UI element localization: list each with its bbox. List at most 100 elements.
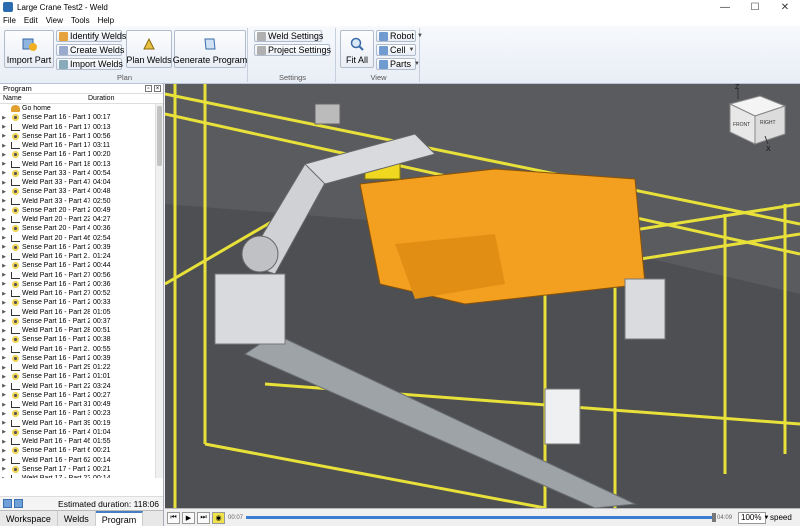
list-item[interactable]: ▶ Weld Part 16 - Part 39... 00:19 [0, 419, 156, 428]
list-item[interactable]: ▶ Sense Part 16 - Part 4... 01:04 [0, 428, 156, 437]
list-item[interactable]: ▶ Sense Part 20 - Part 4... 00:36 [0, 224, 156, 233]
expand-arrow-icon[interactable]: ▶ [0, 420, 8, 426]
expand-arrow-icon[interactable]: ▶ [0, 355, 8, 361]
expand-arrow-icon[interactable]: ▶ [0, 439, 8, 445]
identify-welds-button[interactable]: Identify Welds [56, 30, 126, 42]
expand-arrow-icon[interactable]: ▶ [0, 318, 8, 324]
list-item[interactable]: ▶ Weld Part 20 - Part 22... 04:27 [0, 215, 156, 224]
expand-arrow-icon[interactable]: ▶ [0, 170, 8, 176]
expand-arrow-icon[interactable]: ▶ [0, 189, 8, 195]
expand-arrow-icon[interactable]: ▶ [0, 411, 8, 417]
list-item[interactable]: ▶ Weld Part 16 - Part 46... 01:55 [0, 437, 156, 446]
expand-arrow-icon[interactable]: ▶ [0, 143, 8, 149]
list-item[interactable]: ▶ Weld Part 16 - Part 27... 00:56 [0, 271, 156, 280]
expand-arrow-icon[interactable]: ▶ [0, 207, 8, 213]
view-cube[interactable]: FRONT RIGHT Z X [728, 84, 787, 153]
list-item[interactable]: ▶ Sense Part 16 - Part 3... 00:23 [0, 409, 156, 418]
col-name-header[interactable]: Name [0, 95, 88, 102]
expand-arrow-icon[interactable]: ▶ [0, 429, 8, 435]
list-item[interactable]: ▶ Weld Part 16 - Part 28... 01:05 [0, 308, 156, 317]
expand-arrow-icon[interactable]: ▶ [0, 402, 8, 408]
import-part-button[interactable]: Import Part [4, 30, 54, 68]
list-item[interactable]: ▶ Sense Part 33 - Part 4... 00:54 [0, 169, 156, 178]
tab-program[interactable]: Program [95, 511, 144, 526]
play-icon[interactable]: ▶ [182, 511, 195, 524]
list-item[interactable]: ▶ Sense Part 17 - Part 2... 00:21 [0, 465, 156, 474]
list-item[interactable]: ▶ Sense Part 16 - Part 2... 00:39 [0, 354, 156, 363]
expand-arrow-icon[interactable]: ▶ [0, 281, 8, 287]
parts-dropdown[interactable]: Parts ▼ [376, 58, 420, 70]
list-item[interactable]: ▶ Sense Part 20 - Part 2... 00:49 [0, 206, 156, 215]
minimize-button[interactable]: — [710, 0, 740, 14]
export-icon[interactable] [14, 499, 23, 508]
expand-arrow-icon[interactable]: ▶ [0, 244, 8, 250]
menu-file[interactable]: File [3, 16, 16, 25]
list-item[interactable]: ▶ Weld Part 16 - Part 17... 03:11 [0, 141, 156, 150]
expand-arrow-icon[interactable]: ▶ [0, 226, 8, 232]
menu-help[interactable]: Help [98, 16, 114, 25]
expand-arrow-icon[interactable]: ▶ [0, 115, 8, 121]
import-welds-button[interactable]: Import Welds [56, 58, 123, 70]
close-button[interactable]: ✕ [770, 0, 800, 14]
3d-viewport[interactable]: FRONT RIGHT Z X [165, 84, 800, 508]
menu-tools[interactable]: Tools [71, 16, 90, 25]
zoom-select[interactable]: 100% ▼ [738, 511, 769, 524]
list-item[interactable]: ▶ Weld Part 16 - Part 28... 00:51 [0, 326, 156, 335]
list-item[interactable]: ▶ Weld Part 16 - Part 27... 00:52 [0, 289, 156, 298]
skip-back-icon[interactable]: ⏮ [167, 511, 180, 524]
list-item[interactable]: ▶ Weld Part 16 - Part 17... 00:13 [0, 123, 156, 132]
list-item[interactable]: ▶ Weld Part 16 - Part 2... 00:55 [0, 345, 156, 354]
expand-arrow-icon[interactable]: ▶ [0, 448, 8, 454]
skip-forward-icon[interactable]: ⏭ [197, 511, 210, 524]
list-item[interactable]: ▶ Sense Part 33 - Part 4... 00:48 [0, 187, 156, 196]
float-panel-icon[interactable]: ▫ [145, 85, 152, 92]
expand-arrow-icon[interactable]: ▶ [0, 291, 8, 297]
create-welds-button[interactable]: Create Welds [56, 44, 124, 56]
expand-arrow-icon[interactable]: ▶ [0, 383, 8, 389]
expand-arrow-icon[interactable]: ▶ [0, 346, 8, 352]
timeline-slider[interactable] [246, 513, 717, 522]
list-item[interactable]: ▶ Sense Part 16 - Part 2... 00:38 [0, 335, 156, 344]
list-item[interactable]: ▶ Sense Part 16 - Part 1... 00:20 [0, 150, 156, 159]
list-item[interactable]: ▶ Sense Part 16 - Part 2... 00:33 [0, 298, 156, 307]
expand-arrow-icon[interactable]: ▶ [0, 272, 8, 278]
fit-all-button[interactable]: Fit All [340, 30, 374, 68]
expand-arrow-icon[interactable]: ▶ [0, 476, 8, 478]
weld-settings-button[interactable]: Weld Settings [254, 30, 323, 42]
expand-arrow-icon[interactable]: ▶ [0, 161, 8, 167]
expand-arrow-icon[interactable]: ▶ [0, 392, 8, 398]
col-duration-header[interactable]: Duration [88, 95, 138, 102]
maximize-button[interactable]: ☐ [740, 0, 770, 14]
expand-arrow-icon[interactable]: ▶ [0, 309, 8, 315]
menu-edit[interactable]: Edit [24, 16, 38, 25]
close-panel-icon[interactable]: × [154, 85, 161, 92]
list-item[interactable]: ▶ Sense Part 16 - Part 2... 00:44 [0, 261, 156, 270]
list-item[interactable]: ▶ Sense Part 16 - Part 2... 00:36 [0, 280, 156, 289]
list-item[interactable]: ▶ Sense Part 16 - Part 6... 00:21 [0, 446, 156, 455]
expand-arrow-icon[interactable]: ▶ [0, 300, 8, 306]
expand-arrow-icon[interactable]: ▶ [0, 466, 8, 472]
list-item[interactable]: ▶ Weld Part 16 - Part 2... 01:24 [0, 252, 156, 261]
expand-arrow-icon[interactable]: ▶ [0, 133, 8, 139]
expand-arrow-icon[interactable]: ▶ [0, 457, 8, 463]
list-item[interactable]: ▶ Sense Part 16 - Part 2... 00:39 [0, 243, 156, 252]
list-item[interactable]: ▶ Weld Part 16 - Part 18... 00:13 [0, 160, 156, 169]
list-item[interactable]: ▶ Weld Part 16 - Part 31... 00:49 [0, 400, 156, 409]
timeline-knob[interactable] [712, 513, 717, 522]
expand-arrow-icon[interactable]: ▶ [0, 337, 8, 343]
tab-welds[interactable]: Welds [58, 511, 96, 526]
tab-workspace[interactable]: Workspace [0, 511, 58, 526]
expand-arrow-icon[interactable]: ▶ [0, 235, 8, 241]
list-item[interactable]: ▶ Weld Part 33 - Part 47... 02:50 [0, 197, 156, 206]
scroll-thumb[interactable] [157, 106, 162, 166]
list-item[interactable]: ▶ Weld Part 20 - Part 46... 02:54 [0, 234, 156, 243]
generate-program-button[interactable]: Generate Program [173, 30, 247, 68]
list-item[interactable]: ▶ Weld Part 16 - Part 62... 00:14 [0, 456, 156, 465]
list-item[interactable]: Go home [0, 104, 156, 113]
scene-canvas[interactable]: FRONT RIGHT Z X [165, 84, 800, 508]
program-icon[interactable] [3, 499, 12, 508]
expand-arrow-icon[interactable]: ▶ [0, 152, 8, 158]
list-item[interactable]: ▶ Sense Part 16 - Part 2... 00:37 [0, 317, 156, 326]
list-item[interactable]: ▶ Weld Part 16 - Part 22... 03:24 [0, 382, 156, 391]
list-item[interactable]: ▶ Weld Part 33 - Part 47... 04:04 [0, 178, 156, 187]
